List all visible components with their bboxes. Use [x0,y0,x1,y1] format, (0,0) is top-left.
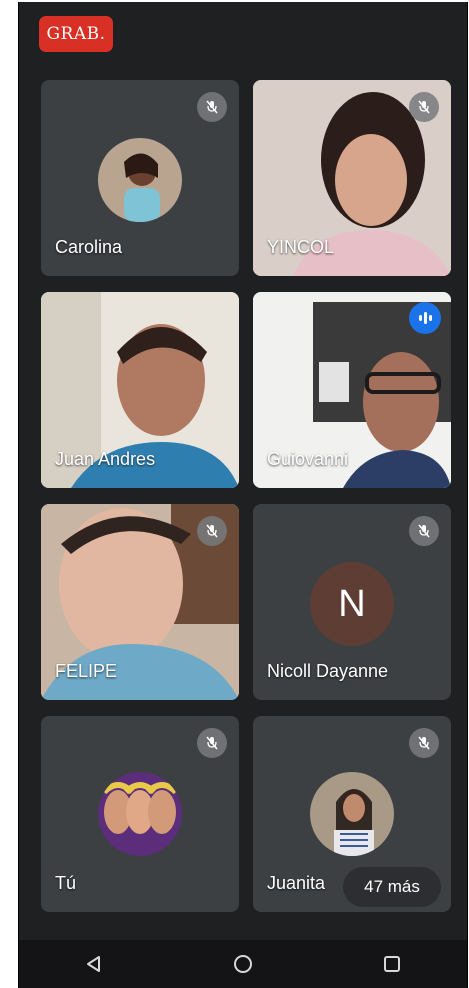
participant-name: Juanita [267,873,326,893]
mic-off-icon [409,728,439,758]
recents-icon[interactable] [372,944,412,984]
participant-name: Tú [55,873,77,893]
home-icon[interactable] [223,944,263,984]
avatar [98,772,182,856]
more-participants-button[interactable]: 47 más [343,867,441,907]
participant-name: Guiovanni [267,449,349,469]
avatar [98,138,182,222]
participant-tile-carolina[interactable]: Carolina [41,80,239,276]
system-nav-bar [19,940,467,988]
participant-name: YINCOL [267,237,335,257]
participant-tile-juan-andres[interactable]: Juan Andres [41,292,239,488]
mic-off-icon [197,92,227,122]
participant-name: Carolina [55,237,123,257]
mic-off-icon [409,92,439,122]
meeting-screen: GRAB. Carolina YINCOL Juan Andres Guiova… [18,2,468,988]
speaking-indicator-icon [409,302,441,334]
participant-tile-self[interactable]: Tú [41,716,239,912]
participant-tile-nicoll-dayanne[interactable]: N Nicoll Dayanne [253,504,451,700]
mic-off-icon [409,516,439,546]
participant-name: FELIPE [55,661,118,681]
participant-name: Juan Andres [55,449,156,469]
participant-tile-yincol[interactable]: YINCOL [253,80,451,276]
participant-name: Nicoll Dayanne [267,661,389,681]
mic-off-icon [197,728,227,758]
back-icon[interactable] [74,944,114,984]
mic-off-icon [197,516,227,546]
participant-tile-guiovanni[interactable]: Guiovanni [253,292,451,488]
recording-badge: GRAB. [39,16,113,52]
participant-tile-felipe[interactable]: FELIPE [41,504,239,700]
avatar [310,772,394,856]
avatar: N [310,562,394,646]
